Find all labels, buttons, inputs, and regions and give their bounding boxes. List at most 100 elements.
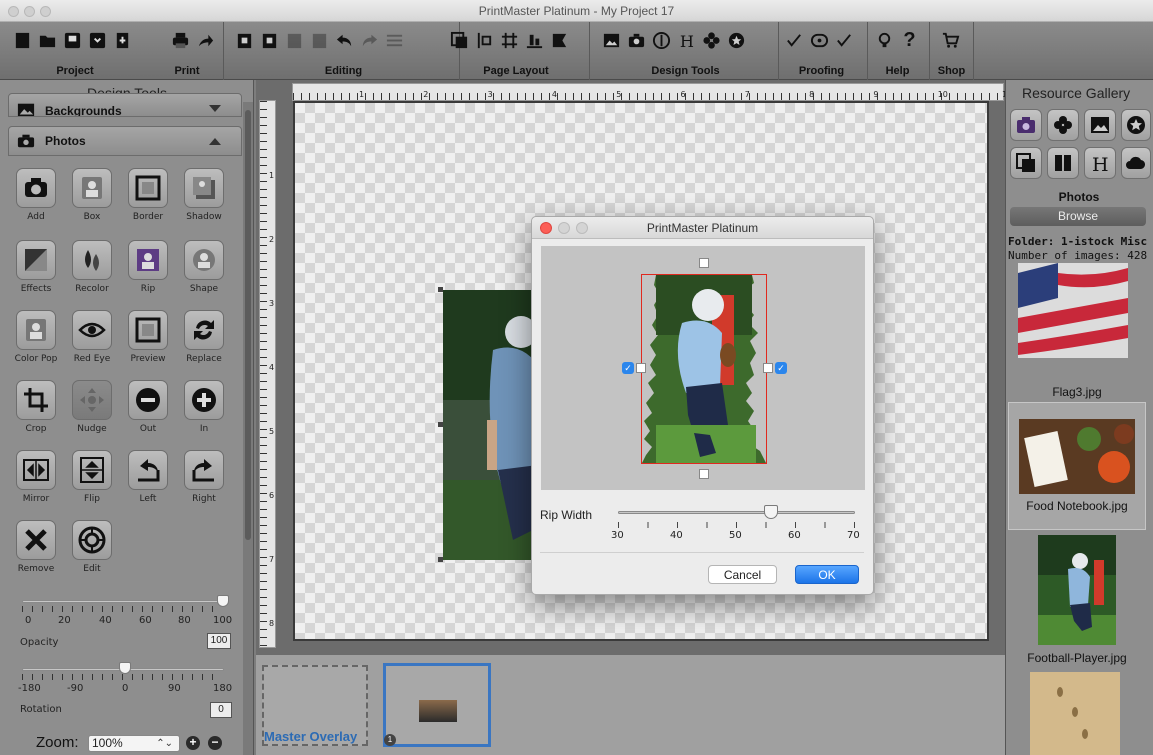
zoom-select[interactable]: 100% ⌃⌄ <box>88 735 180 752</box>
tool-shadow[interactable]: Shadow <box>176 168 232 228</box>
tool-nudge[interactable]: Nudge <box>64 380 120 440</box>
pages-icon[interactable] <box>449 30 470 51</box>
align-icon[interactable] <box>524 30 545 51</box>
spellcheck-icon[interactable] <box>784 30 805 51</box>
rip-left-checkbox[interactable]: ✓ <box>622 362 634 374</box>
shape-icon[interactable] <box>651 30 672 51</box>
grid-icon[interactable] <box>499 30 520 51</box>
selection-handle[interactable] <box>438 557 443 562</box>
opacity-value-field[interactable]: 100 <box>207 633 231 649</box>
tool-crop[interactable]: Crop <box>8 380 64 440</box>
rotation-value-field[interactable]: 0 <box>210 702 232 718</box>
crop-button[interactable] <box>16 380 56 420</box>
paste-icon[interactable] <box>259 30 280 51</box>
right-button[interactable] <box>184 450 224 490</box>
zoom-in-button[interactable]: + <box>186 736 200 750</box>
shadow-button[interactable] <box>184 168 224 208</box>
left-button[interactable] <box>128 450 168 490</box>
tool-right[interactable]: Right <box>176 450 232 510</box>
duplicate-icon[interactable] <box>309 30 330 51</box>
margins-icon[interactable] <box>474 30 495 51</box>
proof-icon[interactable] <box>809 30 830 51</box>
headlines-category-button[interactable]: H <box>1084 147 1116 179</box>
open-folder-icon[interactable] <box>37 30 58 51</box>
tool-box[interactable]: Box <box>64 168 120 228</box>
gallery-item[interactable]: Football-Player.jpg <box>1008 535 1146 667</box>
flip-button[interactable] <box>72 450 112 490</box>
mirror-button[interactable] <box>16 450 56 490</box>
expand-arrow-icon[interactable] <box>209 105 221 112</box>
image-icon[interactable] <box>601 30 622 51</box>
star-badge-icon[interactable] <box>726 30 747 51</box>
master-overlay-thumbnail[interactable]: Master Overlay <box>262 665 368 746</box>
backgrounds-section-header[interactable]: Backgrounds <box>8 93 242 117</box>
save-as-icon[interactable] <box>87 30 108 51</box>
select-all-icon[interactable] <box>384 30 405 51</box>
nudge-button[interactable] <box>72 380 112 420</box>
tool-replace[interactable]: Replace <box>176 310 232 370</box>
headline-icon[interactable]: H <box>676 30 697 51</box>
gallery-item[interactable] <box>1008 672 1146 755</box>
selection-handle[interactable] <box>438 422 443 427</box>
selection-handle[interactable] <box>438 287 443 292</box>
in-button[interactable] <box>184 380 224 420</box>
opacity-slider-knob[interactable] <box>217 595 229 607</box>
edit-button[interactable] <box>72 520 112 560</box>
tool-rip[interactable]: Rip <box>120 240 176 300</box>
effects-button[interactable] <box>16 240 56 280</box>
photos-section-header[interactable]: Photos <box>8 126 242 156</box>
cancel-button[interactable]: Cancel <box>708 565 777 584</box>
scrollbar-thumb[interactable] <box>245 110 251 540</box>
zoom-out-button[interactable]: − <box>208 736 222 750</box>
tool-in[interactable]: In <box>176 380 232 440</box>
out-button[interactable] <box>128 380 168 420</box>
page-photo[interactable] <box>443 290 543 560</box>
red-eye-button[interactable] <box>72 310 112 350</box>
rotation-slider-knob[interactable] <box>119 662 131 674</box>
shape-button[interactable] <box>184 240 224 280</box>
printer-icon[interactable] <box>170 30 191 51</box>
tool-add[interactable]: Add <box>8 168 64 228</box>
rip-right-handle[interactable] <box>763 363 773 373</box>
remove-button[interactable] <box>16 520 56 560</box>
replace-button[interactable] <box>184 310 224 350</box>
seals-category-button[interactable] <box>1121 109 1151 141</box>
rip-top-handle[interactable] <box>699 258 709 268</box>
rip-right-checkbox[interactable]: ✓ <box>775 362 787 374</box>
preview-button[interactable] <box>128 310 168 350</box>
tool-effects[interactable]: Effects <box>8 240 64 300</box>
panel-scrollbar[interactable] <box>243 102 253 755</box>
tool-out[interactable]: Out <box>120 380 176 440</box>
books-category-button[interactable] <box>1047 147 1079 179</box>
tool-recolor[interactable]: Recolor <box>64 240 120 300</box>
gallery-item[interactable]: Food Notebook.jpg <box>1008 402 1146 530</box>
box-button[interactable] <box>72 168 112 208</box>
cart-icon[interactable] <box>940 30 961 51</box>
photos-category-button[interactable] <box>1010 109 1042 141</box>
tool-border[interactable]: Border <box>120 168 176 228</box>
tool-remove[interactable]: Remove <box>8 520 64 580</box>
ok-button[interactable]: OK <box>795 565 859 584</box>
layer-icon[interactable] <box>549 30 570 51</box>
save-icon[interactable] <box>62 30 83 51</box>
tool-flip[interactable]: Flip <box>64 450 120 510</box>
tool-preview[interactable]: Preview <box>120 310 176 370</box>
grammar-icon[interactable] <box>834 30 855 51</box>
layouts-category-button[interactable] <box>1010 147 1042 179</box>
tool-left[interactable]: Left <box>120 450 176 510</box>
question-icon[interactable]: ? <box>899 29 920 51</box>
rip-width-slider[interactable] <box>618 511 855 514</box>
clipart-category-button[interactable] <box>1047 109 1079 141</box>
rip-button[interactable] <box>128 240 168 280</box>
rip-selection-frame[interactable] <box>641 274 767 464</box>
copy-icon[interactable] <box>234 30 255 51</box>
rip-left-handle[interactable] <box>636 363 646 373</box>
browse-button[interactable]: Browse <box>1010 207 1146 226</box>
export-icon[interactable] <box>112 30 133 51</box>
new-project-icon[interactable] <box>12 30 33 51</box>
tool-red-eye[interactable]: Red Eye <box>64 310 120 370</box>
gallery-item[interactable]: Flag3.jpg <box>1008 263 1146 403</box>
page-thumbnail[interactable] <box>383 663 491 747</box>
redo-icon[interactable] <box>359 30 380 51</box>
tool-color-pop[interactable]: Color Pop <box>8 310 64 370</box>
